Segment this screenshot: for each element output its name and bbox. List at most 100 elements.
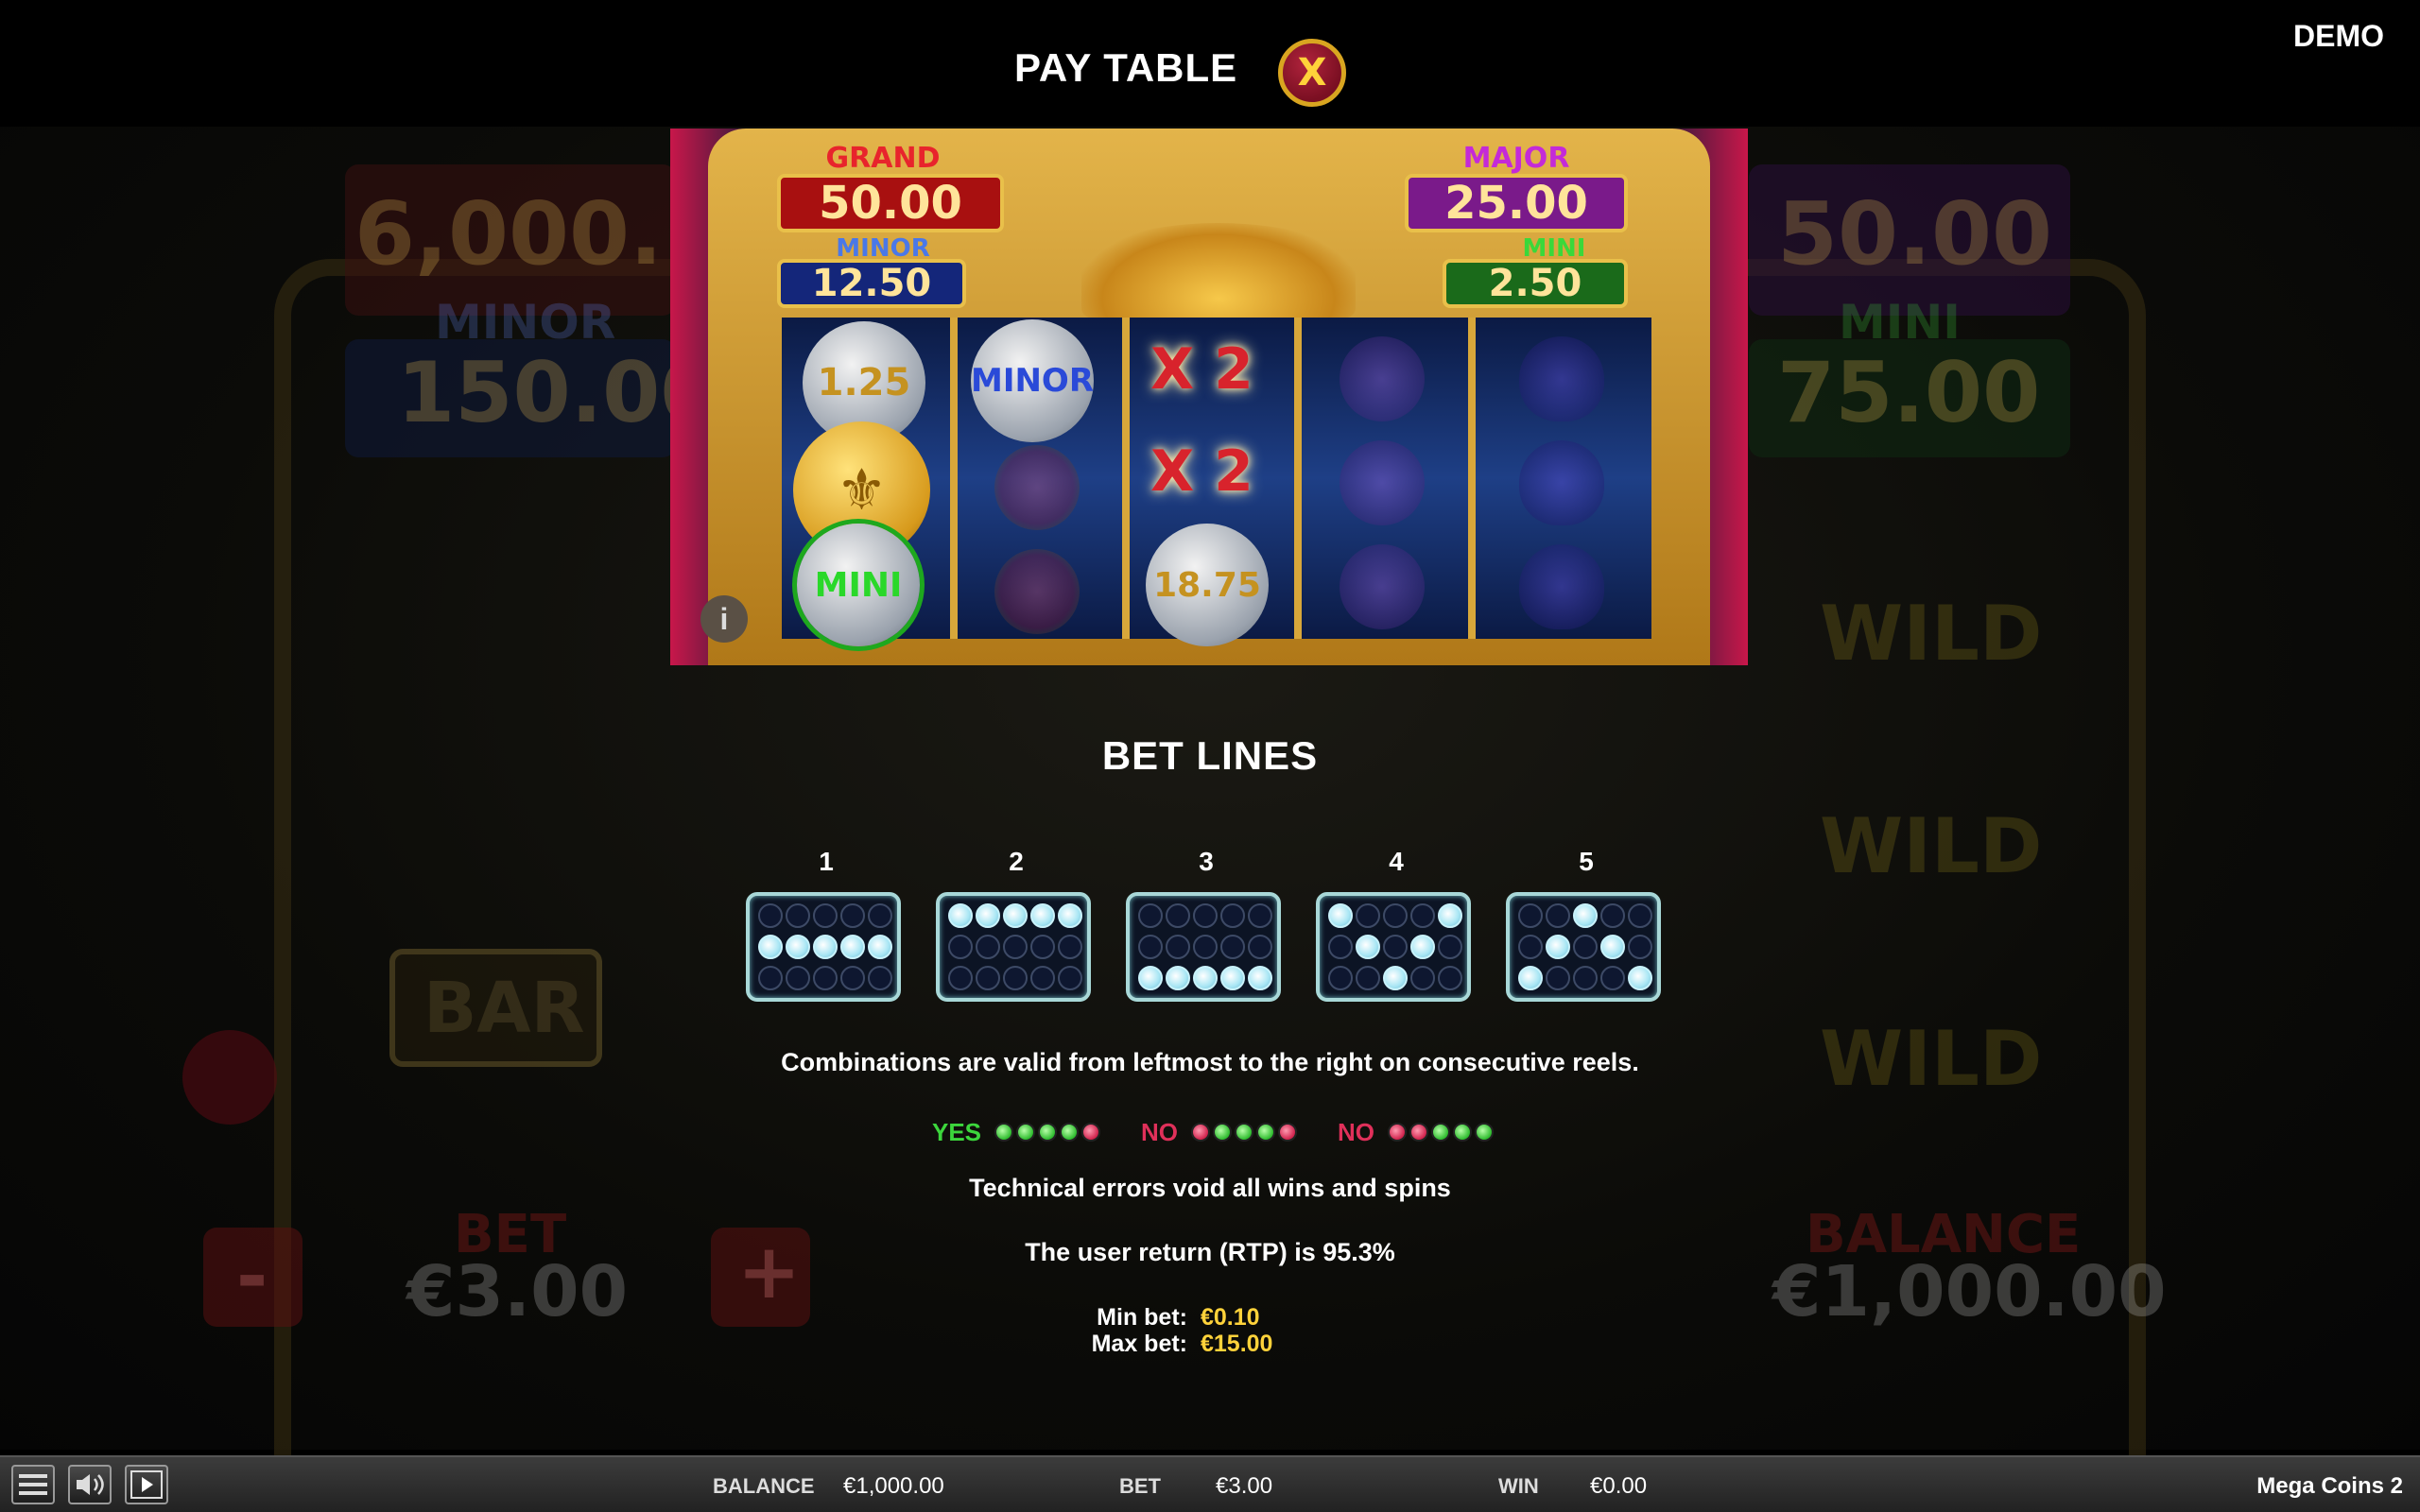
legend-dot-win bbox=[1256, 1123, 1276, 1142]
bet-line-dot bbox=[976, 966, 1000, 990]
bet-line-dot-active bbox=[1573, 903, 1598, 928]
bet-line-dot bbox=[1628, 935, 1652, 959]
legend-dot-miss bbox=[1278, 1123, 1298, 1142]
coin-symbol-minor: MINOR bbox=[971, 319, 1094, 442]
bet-line-dot bbox=[1166, 903, 1190, 928]
bet-line-dot-active bbox=[1518, 966, 1543, 990]
bet-line-dot bbox=[1546, 966, 1570, 990]
close-button[interactable]: X bbox=[1278, 39, 1346, 107]
bet-line-number: 3 bbox=[1199, 847, 1214, 876]
win-label: WIN bbox=[1498, 1474, 1539, 1498]
bet-line-dot bbox=[1628, 903, 1652, 928]
menu-button[interactable] bbox=[11, 1465, 55, 1504]
bet-line-dot bbox=[1600, 903, 1625, 928]
reel-divider bbox=[1122, 318, 1130, 639]
bet-line-dot bbox=[1248, 903, 1272, 928]
bet-line-dot-active bbox=[868, 935, 892, 959]
bet-line-dot-active bbox=[1193, 966, 1218, 990]
win-value: €0.00 bbox=[1590, 1473, 1648, 1499]
jackpot-minor-value: 12.50 bbox=[777, 259, 966, 308]
background-grand-value: 6,000. bbox=[354, 183, 663, 284]
legend-word: YES bbox=[932, 1117, 982, 1146]
bet-line-1: 1 bbox=[746, 847, 907, 1002]
legend-dot-miss bbox=[1081, 1123, 1101, 1142]
combination-legend: YES NO NO bbox=[932, 1117, 1534, 1147]
watermelon-symbol bbox=[994, 549, 1080, 634]
bet-line-dot-active bbox=[1058, 903, 1082, 928]
legend-dot-win bbox=[1453, 1123, 1473, 1142]
bet-line-dot bbox=[1356, 966, 1380, 990]
bet-line-2: 2 bbox=[936, 847, 1097, 1002]
autoplay-button[interactable] bbox=[125, 1465, 168, 1504]
plum-symbol bbox=[1519, 544, 1604, 629]
sound-button[interactable] bbox=[68, 1465, 112, 1504]
legend-word: NO bbox=[1141, 1117, 1179, 1146]
reel-divider bbox=[1468, 318, 1476, 639]
bet-line-dot bbox=[1410, 966, 1435, 990]
legend-dot-win bbox=[1213, 1123, 1233, 1142]
bet-line-dot bbox=[1030, 935, 1055, 959]
bet-line-dot bbox=[758, 903, 783, 928]
jackpot-major-value: 25.00 bbox=[1405, 174, 1628, 232]
game-name: Mega Coins 2 bbox=[2256, 1473, 2403, 1499]
bet-line-dot-active bbox=[1138, 966, 1163, 990]
bet-line-dot-active bbox=[1410, 935, 1435, 959]
bet-line-4: 4 bbox=[1316, 847, 1477, 1002]
bet-line-dot bbox=[1058, 966, 1082, 990]
bet-line-dot bbox=[1410, 903, 1435, 928]
bet-line-dot-active bbox=[813, 935, 838, 959]
bet-line-dot-active bbox=[1438, 903, 1462, 928]
jackpot-major-label: MAJOR bbox=[1462, 142, 1570, 175]
balance-value: €1,000.00 bbox=[843, 1473, 944, 1499]
bet-label: BET bbox=[1119, 1474, 1161, 1498]
max-bet-row: Max bet: €15.00 bbox=[1078, 1331, 1361, 1357]
bet-line-dot bbox=[948, 935, 973, 959]
legend-dot-win bbox=[1431, 1123, 1451, 1142]
combinations-rule: Combinations are valid from leftmost to … bbox=[781, 1048, 1639, 1076]
multiplier-symbol: X 2 bbox=[1150, 336, 1253, 403]
plum-symbol bbox=[1519, 440, 1604, 525]
bet-line-3: 3 bbox=[1126, 847, 1287, 1002]
bet-line-dot bbox=[1546, 903, 1570, 928]
bet-line-number: 4 bbox=[1389, 847, 1404, 876]
paytable-header: PAY TABLE X DEMO bbox=[0, 0, 2420, 127]
bet-line-dot-active bbox=[758, 935, 783, 959]
game-preview-image: GRAND 50.00 MAJOR 25.00 MINOR 12.50 MINI… bbox=[670, 129, 1748, 665]
legend-dot-win bbox=[1235, 1123, 1254, 1142]
bet-line-dot bbox=[1328, 966, 1353, 990]
bet-line-dot bbox=[1166, 935, 1190, 959]
max-bet-label: Max bet: bbox=[1091, 1331, 1187, 1357]
bet-line-dot-active bbox=[1546, 935, 1570, 959]
bet-line-dot bbox=[1438, 966, 1462, 990]
bet-line-dot bbox=[840, 903, 865, 928]
bet-line-dot bbox=[1600, 966, 1625, 990]
bet-line-pattern bbox=[1126, 892, 1281, 1002]
balance-label: BALANCE bbox=[713, 1474, 815, 1498]
min-bet-row: Min bet: €0.10 bbox=[1078, 1304, 1361, 1331]
demo-badge: DEMO bbox=[2293, 19, 2384, 53]
legend-dot-win bbox=[1475, 1123, 1495, 1142]
jackpot-grand-label: GRAND bbox=[825, 142, 941, 175]
watermelon-symbol bbox=[994, 445, 1080, 530]
bet-line-dot bbox=[1248, 935, 1272, 959]
bet-line-dot bbox=[1518, 903, 1543, 928]
close-icon: X bbox=[1297, 51, 1327, 94]
bet-line-dot bbox=[1383, 903, 1408, 928]
bet-line-dot-active bbox=[1356, 935, 1380, 959]
bet-line-dot bbox=[1356, 903, 1380, 928]
bottom-status-bar: BALANCE €1,000.00 BET €3.00 WIN €0.00 Me… bbox=[0, 1455, 2420, 1512]
bet-line-dot bbox=[813, 903, 838, 928]
bet-line-dot bbox=[786, 966, 810, 990]
plum-symbol bbox=[1519, 336, 1604, 421]
bet-line-pattern bbox=[936, 892, 1091, 1002]
bet-line-dot bbox=[813, 966, 838, 990]
grape-symbol bbox=[1340, 544, 1425, 629]
preview-reels: 1.25 ⚜ MINI MINOR X 2 X 2 18.75 bbox=[782, 318, 1651, 646]
bet-line-number: 1 bbox=[819, 847, 834, 876]
min-bet-label: Min bet: bbox=[1097, 1304, 1187, 1331]
grape-symbol bbox=[1340, 440, 1425, 525]
bet-line-dot-active bbox=[948, 903, 973, 928]
bet-line-dot-active bbox=[1383, 966, 1408, 990]
bet-line-dot bbox=[758, 966, 783, 990]
bet-line-pattern bbox=[1316, 892, 1471, 1002]
